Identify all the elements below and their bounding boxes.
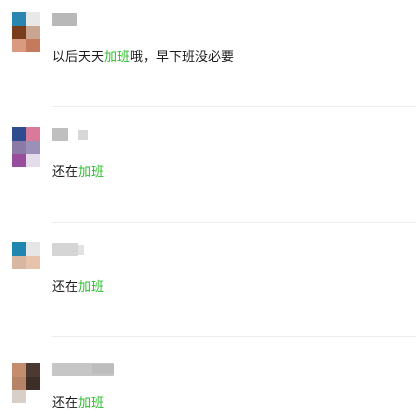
avatar-pixel <box>12 390 26 403</box>
username-redacted[interactable] <box>52 13 77 26</box>
avatar-pixel <box>26 377 40 390</box>
avatar-pixel <box>12 127 26 141</box>
comment-text-suffix: 哦，早下班没必要 <box>130 50 235 65</box>
avatar-pixel <box>12 12 26 26</box>
avatar-pixel <box>26 154 40 167</box>
avatar-pixel <box>12 363 26 377</box>
avatar-pixel <box>12 256 26 269</box>
avatar-pixel <box>26 242 40 256</box>
comment-divider <box>52 106 416 107</box>
avatar-pixel <box>26 26 40 39</box>
avatar-pixel <box>12 269 26 282</box>
avatar-pixel <box>12 141 26 154</box>
username-redacted[interactable] <box>52 128 68 141</box>
user-avatar[interactable] <box>12 12 40 52</box>
username-redacted-tail <box>78 245 84 255</box>
avatar-pixel <box>12 154 26 167</box>
avatar-pixel <box>12 377 26 390</box>
avatar-pixel <box>26 39 40 52</box>
avatar-pixel <box>26 390 40 403</box>
highlighted-keyword[interactable]: 加班 <box>78 280 104 295</box>
avatar-pixel <box>26 127 40 141</box>
comment-feed: 以后天天加班哦，早下班没必要 还在加班 还在加班 还在加班 <box>0 0 416 420</box>
comment-text: 还在加班 <box>52 280 104 296</box>
comment-text-prefix: 以后天天 <box>52 50 105 65</box>
comment-text: 还在加班 <box>52 165 104 181</box>
avatar-pixel <box>12 26 26 39</box>
avatar-pixel <box>26 12 40 26</box>
comment-text: 以后天天加班哦，早下班没必要 <box>52 50 234 66</box>
avatar-pixel <box>12 242 26 256</box>
avatar-pixel <box>12 39 26 52</box>
user-avatar[interactable] <box>12 127 40 167</box>
comment-divider <box>52 222 416 223</box>
user-avatar[interactable] <box>12 242 40 282</box>
comment-text-prefix: 还在 <box>52 396 79 411</box>
comment-text-prefix: 还在 <box>52 280 79 295</box>
highlighted-keyword[interactable]: 加班 <box>78 165 104 180</box>
comment-text: 还在加班 <box>52 396 104 412</box>
user-avatar[interactable] <box>12 363 40 403</box>
highlighted-keyword[interactable]: 加班 <box>104 50 130 65</box>
avatar-pixel <box>26 256 40 269</box>
username-redacted[interactable] <box>52 243 78 256</box>
avatar-pixel <box>26 363 40 377</box>
avatar-pixel <box>26 269 40 282</box>
username-redacted-tail <box>92 364 114 374</box>
username-redacted-tail <box>78 130 88 140</box>
avatar-pixel <box>26 141 40 154</box>
comment-text-prefix: 还在 <box>52 165 79 180</box>
comment-divider <box>52 336 416 337</box>
highlighted-keyword[interactable]: 加班 <box>78 396 104 411</box>
